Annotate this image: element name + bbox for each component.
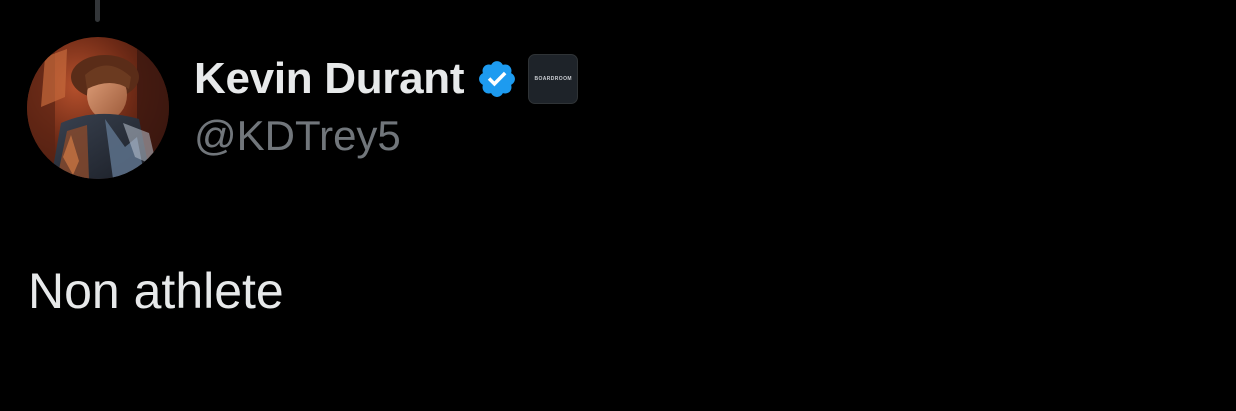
author-name-row: Kevin Durant BOARDROOM: [194, 52, 579, 106]
affiliate-badge-label: BOARDROOM: [534, 76, 572, 82]
tweet-text: Non athlete: [28, 263, 284, 319]
verified-check-icon[interactable]: [476, 58, 518, 100]
avatar[interactable]: [27, 37, 169, 179]
author-display-name[interactable]: Kevin Durant: [194, 54, 465, 104]
author-handle[interactable]: @KDTrey5: [194, 112, 401, 160]
avatar-image: [27, 37, 169, 179]
thread-connector-line: [95, 0, 100, 22]
affiliate-badge[interactable]: BOARDROOM: [528, 54, 579, 104]
